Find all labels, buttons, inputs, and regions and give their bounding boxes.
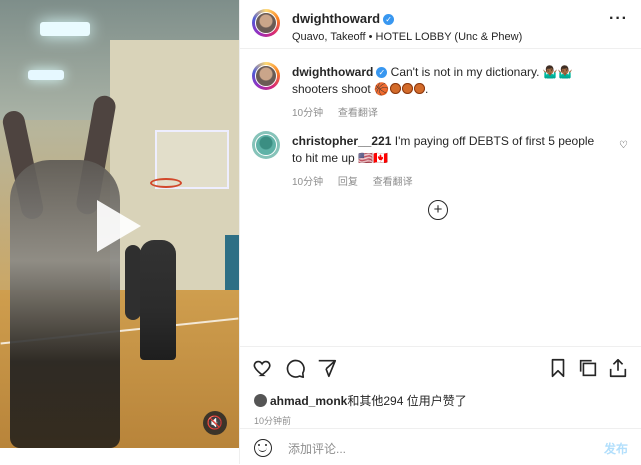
copy-icon[interactable]: [577, 357, 599, 379]
likes-user[interactable]: ahmad_monk: [270, 394, 347, 408]
heart-icon[interactable]: ♡: [619, 140, 628, 151]
caption-username[interactable]: dwighthoward: [292, 65, 373, 79]
emoji-icon[interactable]: [254, 439, 272, 457]
video-player[interactable]: 🔇: [0, 0, 239, 448]
background-player: [125, 245, 141, 320]
post-detail-panel: dwighthoward ✓ Quavo, Takeoff • HOTEL LOB…: [239, 0, 641, 464]
add-circle-icon[interactable]: +: [428, 200, 448, 220]
basketball-rim: [150, 178, 182, 188]
verified-icon: ✓: [383, 14, 395, 25]
reply-button[interactable]: 回复: [338, 177, 358, 188]
action-bar: [240, 346, 641, 387]
comment-input[interactable]: [286, 439, 560, 459]
see-translation-link[interactable]: 查看翻译: [338, 108, 378, 119]
comment-icon[interactable]: [284, 357, 306, 379]
caption-time[interactable]: 10分钟: [292, 108, 323, 119]
audio-subtitle[interactable]: Quavo, Takeoff • HOTEL LOBBY (Unc & Phew…: [292, 31, 522, 43]
avatar[interactable]: [252, 62, 280, 90]
basketball-emoji: [389, 82, 425, 96]
comment-composer: 发布: [240, 428, 641, 465]
see-translation-link[interactable]: 查看翻译: [373, 177, 413, 188]
post-time[interactable]: 10分钟前: [254, 414, 291, 427]
share-icon[interactable]: [316, 357, 338, 379]
play-icon[interactable]: [97, 200, 141, 252]
post-button[interactable]: 发布: [604, 440, 628, 457]
background-player: [140, 240, 176, 360]
avatar[interactable]: [252, 9, 280, 37]
comment-time[interactable]: 10分钟: [292, 177, 323, 188]
mute-icon[interactable]: 🔇: [203, 411, 227, 435]
header-username[interactable]: dwighthoward: [292, 11, 380, 26]
likes-summary: ahmad_monk和其他294 位用户赞了: [254, 392, 467, 409]
heart-icon[interactable]: [252, 357, 274, 379]
verified-icon: ✓: [376, 67, 388, 78]
more-icon[interactable]: ···: [609, 10, 628, 28]
post-header: dwighthoward ✓ Quavo, Takeoff • HOTEL LOB…: [240, 0, 641, 49]
avatar[interactable]: [252, 131, 280, 159]
comment-username[interactable]: christopher__221: [292, 134, 391, 148]
likes-rest[interactable]: 和其他294 位用户赞了: [347, 394, 466, 408]
avatar[interactable]: [254, 394, 267, 407]
external-share-icon[interactable]: [607, 357, 629, 379]
save-icon[interactable]: [547, 357, 569, 379]
ceiling-light: [28, 70, 64, 80]
ceiling-light: [40, 22, 90, 36]
